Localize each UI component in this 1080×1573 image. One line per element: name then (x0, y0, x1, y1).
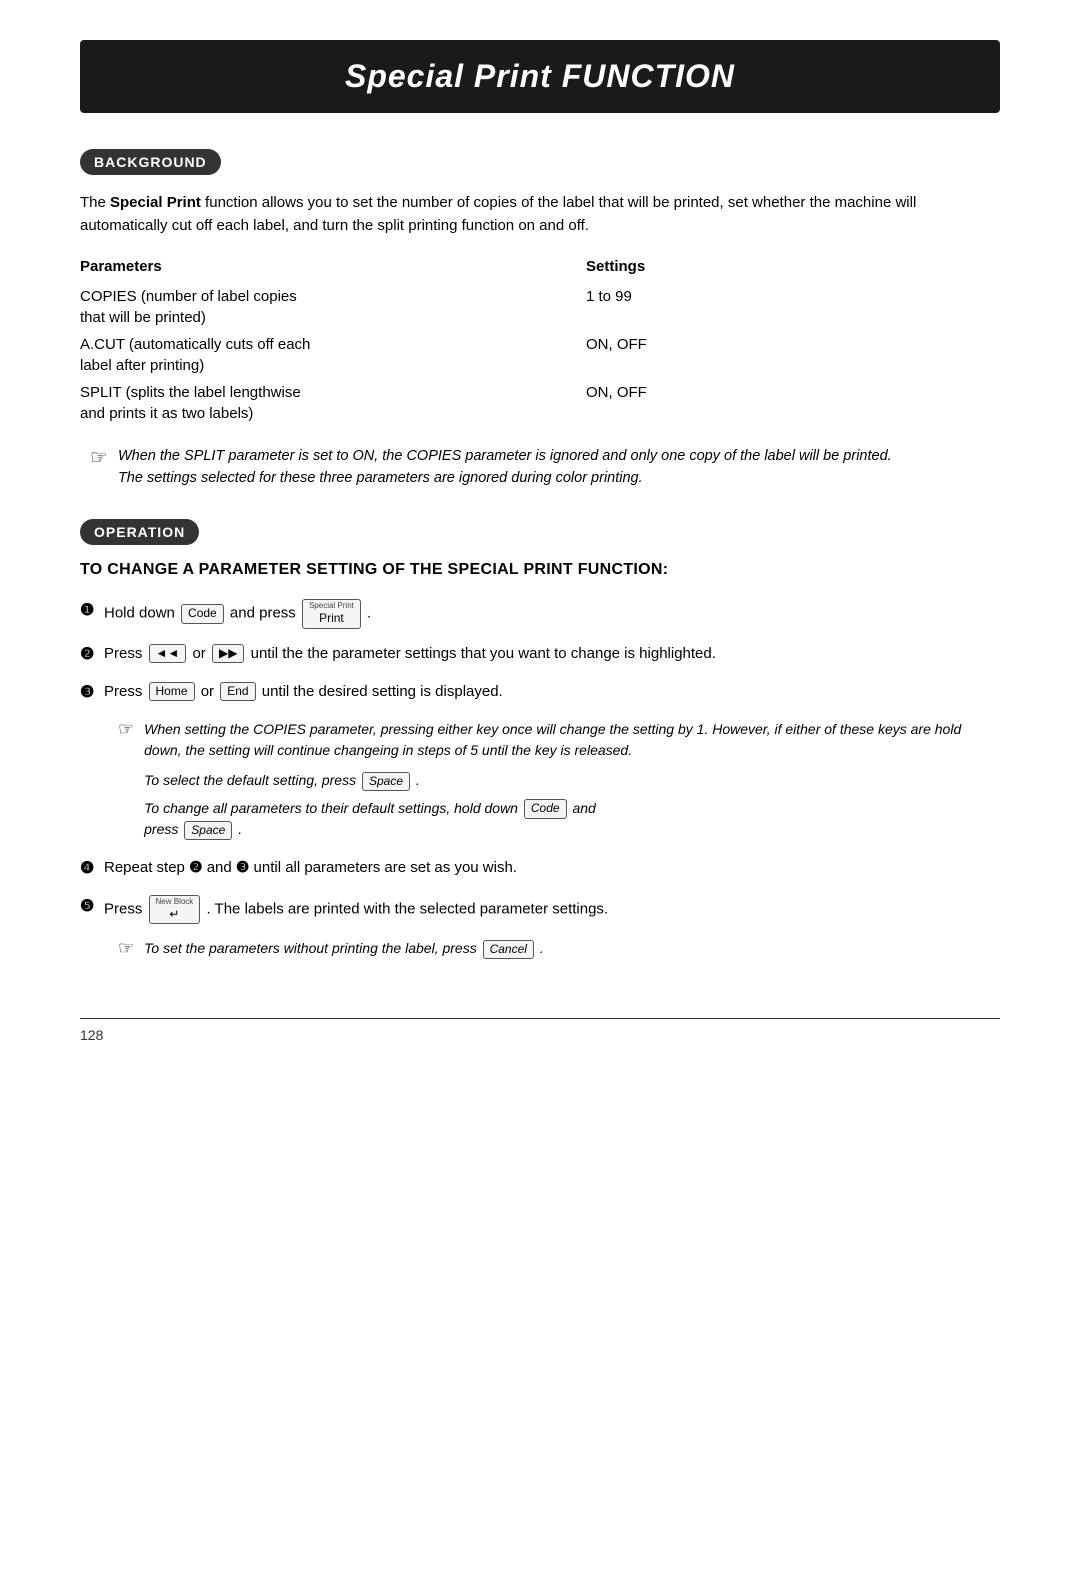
background-header: BACKGROUND (80, 149, 221, 175)
key-code-2: Code (524, 799, 567, 819)
key-space-2: Space (184, 821, 232, 841)
background-section: BACKGROUND The Special Print function al… (80, 149, 1000, 489)
step4-text: Repeat step (104, 859, 185, 876)
step3-text: Press (104, 683, 147, 700)
step-1-content: Hold down Code and press Special Print P… (104, 599, 1000, 628)
setting-split: ON, OFF (586, 379, 1000, 427)
step3-note-text: When setting the COPIES parameter, press… (144, 719, 1000, 847)
setting-acut: ON, OFF (586, 331, 1000, 379)
step5-before: Press (104, 901, 147, 918)
key-space-1: Space (362, 772, 410, 792)
step5-note: ☞ To set the parameters without printing… (108, 938, 1000, 968)
key-end: End (220, 682, 255, 702)
step4-ref3: ❸ (236, 859, 254, 876)
step3-or: or (201, 683, 219, 700)
step1-text-mid: and press (230, 605, 300, 622)
step-5-content: Press New Block ↵ . The labels are print… (104, 895, 1000, 924)
page-footer: 128 (80, 1018, 1000, 1043)
col-settings-header: Settings (586, 256, 1000, 283)
step5-note-block: ☞ To set the parameters without printing… (118, 938, 1000, 968)
table-row: COPIES (number of label copiesthat will … (80, 283, 1000, 331)
step5-note-text: To set the parameters without printing t… (144, 938, 544, 968)
step3-subnote2: To change all parameters to their defaul… (144, 798, 1000, 841)
note-icon-1: ☞ (90, 445, 108, 470)
key-home: Home (149, 682, 195, 702)
step3-rest: until the desired setting is displayed. (262, 683, 503, 700)
operation-section: OPERATION TO CHANGE A PARAMETER SETTING … (80, 519, 1000, 968)
step1-text-before: Hold down (104, 605, 179, 622)
step2-rest: until the the parameter settings that yo… (251, 645, 716, 662)
key-newblock: New Block ↵ (149, 895, 201, 924)
step-5: ❺ Press New Block ↵ . The labels are pri… (80, 895, 1000, 924)
col-params-header: Parameters (80, 256, 586, 283)
key-code: Code (181, 604, 224, 624)
step-5-num: ❺ (80, 895, 102, 919)
page-title-bar: Special Print FUNCTION (80, 40, 1000, 113)
step2-text: Press (104, 645, 147, 662)
background-intro: The Special Print function allows you to… (80, 191, 1000, 238)
operation-header: OPERATION (80, 519, 199, 545)
step4-ref2: ❷ (189, 859, 207, 876)
parameters-table: Parameters Settings COPIES (number of la… (80, 256, 1000, 427)
step-1: ❶ Hold down Code and press Special Print… (80, 599, 1000, 628)
step5-note-icon: ☞ (118, 938, 134, 959)
step-2-content: Press ◄◄ or ▶▶ until the the parameter s… (104, 643, 1000, 666)
footer-page-number: 128 (80, 1027, 103, 1043)
background-note1: ☞ When the SPLIT parameter is set to ON,… (90, 445, 1000, 490)
step-4-content: Repeat step ❷ and ❸ until all parameters… (104, 857, 1000, 880)
step2-or: or (192, 645, 210, 662)
setting-copies: 1 to 99 (586, 283, 1000, 331)
param-acut: A.CUT (automatically cuts off eachlabel … (80, 331, 586, 379)
step3-subnote1: To select the default setting, press Spa… (144, 770, 1000, 792)
step-1-num: ❶ (80, 599, 102, 623)
step-2-num: ❷ (80, 643, 102, 667)
step1-text-after: . (367, 605, 371, 622)
table-row: SPLIT (splits the label lengthwiseand pr… (80, 379, 1000, 427)
step-4-num: ❹ (80, 857, 102, 881)
step-3-content: Press Home or End until the desired sett… (104, 681, 1000, 704)
key-cancel: Cancel (483, 940, 534, 960)
page-title: Special Print FUNCTION (110, 58, 970, 95)
step3-subnotes: ☞ When setting the COPIES parameter, pre… (108, 719, 1000, 847)
step-3-num: ❸ (80, 681, 102, 705)
operation-subheader: TO CHANGE A PARAMETER SETTING OF THE SPE… (80, 561, 1000, 579)
step3-note-icon: ☞ (118, 719, 134, 740)
param-split: SPLIT (splits the label lengthwiseand pr… (80, 379, 586, 427)
param-copies: COPIES (number of label copiesthat will … (80, 283, 586, 331)
table-row: A.CUT (automatically cuts off eachlabel … (80, 331, 1000, 379)
note1-text: When the SPLIT parameter is set to ON, t… (118, 445, 892, 490)
step-3: ❸ Press Home or End until the desired se… (80, 681, 1000, 705)
key-print: Special Print Print (302, 599, 361, 628)
key-next: ▶▶ (212, 644, 244, 664)
step-2: ❷ Press ◄◄ or ▶▶ until the the parameter… (80, 643, 1000, 667)
step3-note-block: ☞ When setting the COPIES parameter, pre… (118, 719, 1000, 847)
step5-after: . The labels are printed with the select… (206, 901, 608, 918)
step4-rest: until all parameters are set as you wish… (254, 859, 517, 876)
step-4: ❹ Repeat step ❷ and ❸ until all paramete… (80, 857, 1000, 881)
key-prev: ◄◄ (149, 644, 187, 664)
step4-and: and (207, 859, 236, 876)
